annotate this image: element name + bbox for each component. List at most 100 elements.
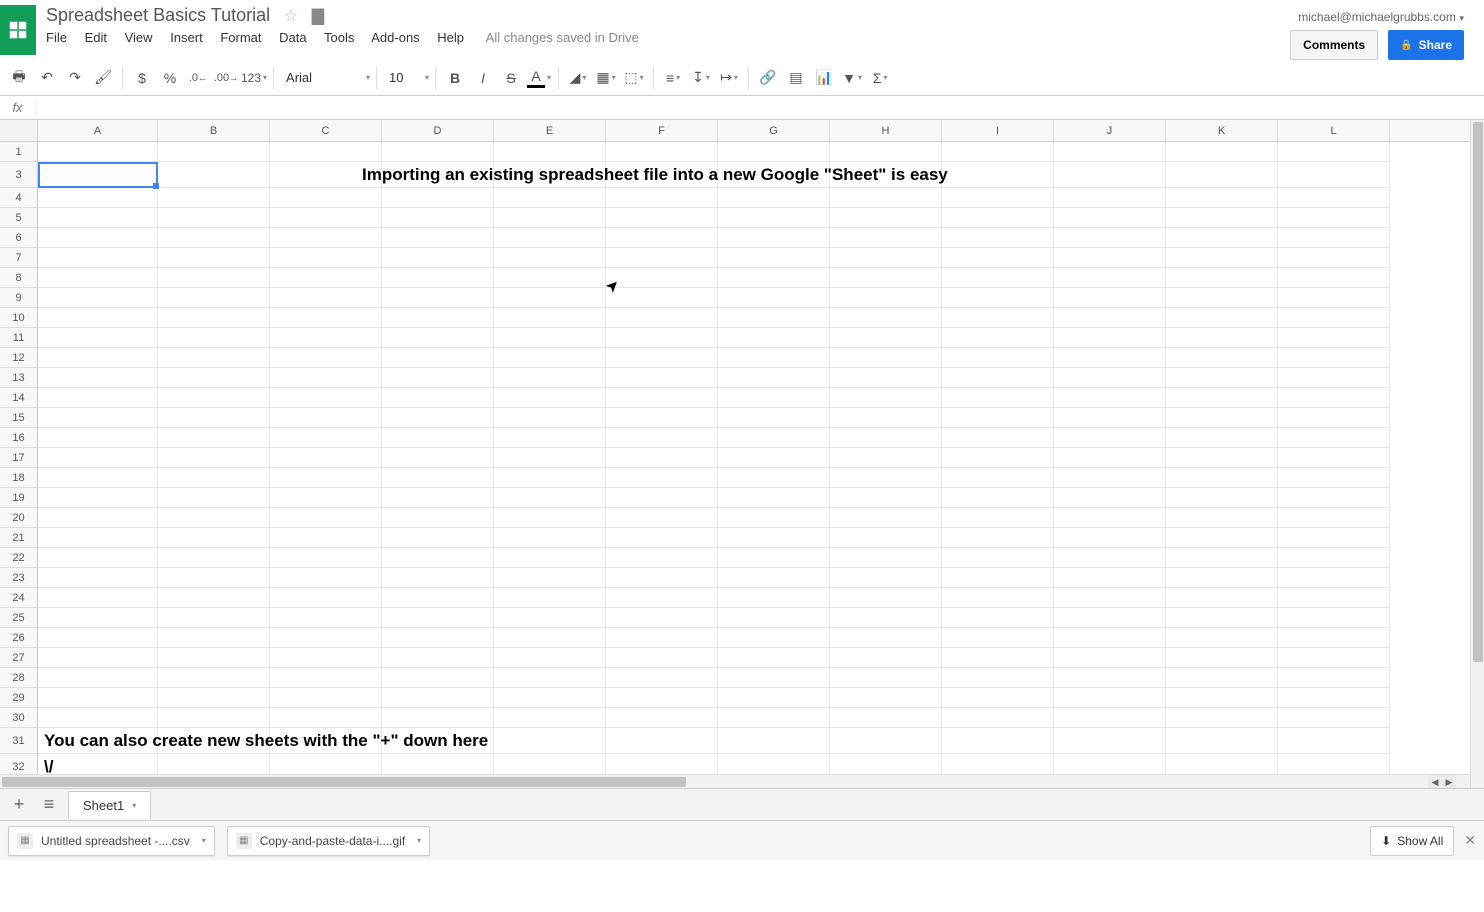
cell[interactable] bbox=[718, 448, 830, 468]
cell[interactable] bbox=[382, 408, 494, 428]
cell[interactable] bbox=[158, 288, 270, 308]
insert-link-button[interactable]: 🔗 bbox=[755, 65, 781, 91]
cell[interactable] bbox=[942, 248, 1054, 268]
cell[interactable] bbox=[270, 348, 382, 368]
paint-format-icon[interactable]: 🖌 bbox=[90, 65, 116, 91]
row-header[interactable]: 27 bbox=[0, 648, 38, 668]
cell[interactable] bbox=[718, 428, 830, 448]
cell[interactable] bbox=[1054, 268, 1166, 288]
cell[interactable] bbox=[38, 628, 158, 648]
cell[interactable] bbox=[38, 448, 158, 468]
row-header[interactable]: 28 bbox=[0, 668, 38, 688]
cell[interactable] bbox=[38, 528, 158, 548]
cell[interactable] bbox=[382, 428, 494, 448]
print-icon[interactable]: 🖶 bbox=[6, 65, 32, 91]
cell[interactable] bbox=[494, 248, 606, 268]
cell[interactable] bbox=[158, 668, 270, 688]
cell[interactable] bbox=[38, 248, 158, 268]
vertical-scrollbar[interactable] bbox=[1470, 120, 1484, 788]
row-header[interactable]: 7 bbox=[0, 248, 38, 268]
cell[interactable] bbox=[606, 728, 718, 754]
cell[interactable] bbox=[942, 568, 1054, 588]
cell[interactable] bbox=[270, 568, 382, 588]
text-wrap-button[interactable]: ↦▾ bbox=[716, 65, 742, 91]
format-currency-button[interactable]: $ bbox=[129, 65, 155, 91]
cell[interactable] bbox=[606, 288, 718, 308]
cell[interactable] bbox=[718, 548, 830, 568]
cell[interactable] bbox=[1166, 448, 1278, 468]
cell[interactable] bbox=[942, 142, 1054, 162]
cell[interactable] bbox=[1278, 688, 1390, 708]
chevron-down-icon[interactable]: ▾ bbox=[202, 836, 206, 845]
cell[interactable] bbox=[1166, 308, 1278, 328]
cell[interactable] bbox=[1278, 708, 1390, 728]
cell[interactable] bbox=[830, 288, 942, 308]
cell[interactable] bbox=[606, 248, 718, 268]
cell[interactable] bbox=[38, 162, 158, 188]
row-header[interactable]: 26 bbox=[0, 628, 38, 648]
cell[interactable] bbox=[270, 468, 382, 488]
cell[interactable] bbox=[158, 228, 270, 248]
cell[interactable] bbox=[158, 368, 270, 388]
cell[interactable] bbox=[270, 708, 382, 728]
cell[interactable] bbox=[158, 608, 270, 628]
borders-button[interactable]: ▦▾ bbox=[593, 65, 619, 91]
cell[interactable] bbox=[494, 268, 606, 288]
cell[interactable] bbox=[606, 548, 718, 568]
cell[interactable]: Importing an existing spreadsheet file i… bbox=[382, 162, 494, 188]
cell[interactable] bbox=[158, 248, 270, 268]
cell[interactable] bbox=[158, 408, 270, 428]
cell[interactable] bbox=[606, 688, 718, 708]
cell[interactable] bbox=[718, 248, 830, 268]
cell[interactable] bbox=[718, 648, 830, 668]
insert-chart-button[interactable]: 📊 bbox=[811, 65, 837, 91]
cell[interactable] bbox=[158, 528, 270, 548]
cell[interactable] bbox=[1166, 208, 1278, 228]
cell[interactable] bbox=[270, 228, 382, 248]
column-header[interactable]: C bbox=[270, 120, 382, 141]
cell[interactable] bbox=[606, 188, 718, 208]
cell[interactable] bbox=[1278, 328, 1390, 348]
row-header[interactable]: 3 bbox=[0, 162, 38, 188]
cell[interactable] bbox=[382, 308, 494, 328]
cell[interactable] bbox=[494, 228, 606, 248]
cell[interactable] bbox=[382, 188, 494, 208]
cell[interactable] bbox=[1054, 528, 1166, 548]
cell[interactable] bbox=[158, 388, 270, 408]
selection-handle[interactable] bbox=[153, 183, 159, 189]
cell[interactable] bbox=[270, 248, 382, 268]
cell[interactable] bbox=[1054, 208, 1166, 228]
column-header[interactable]: I bbox=[942, 120, 1054, 141]
cell[interactable] bbox=[158, 142, 270, 162]
row-header[interactable]: 29 bbox=[0, 688, 38, 708]
all-sheets-button[interactable]: ≡ bbox=[34, 790, 64, 820]
cell[interactable] bbox=[718, 508, 830, 528]
cell[interactable] bbox=[1166, 548, 1278, 568]
cell[interactable] bbox=[270, 388, 382, 408]
cell[interactable] bbox=[1166, 648, 1278, 668]
cell[interactable] bbox=[942, 368, 1054, 388]
h-scroll-thumb[interactable] bbox=[2, 777, 686, 787]
cell[interactable] bbox=[606, 368, 718, 388]
cell[interactable] bbox=[158, 508, 270, 528]
cell[interactable] bbox=[830, 488, 942, 508]
cell[interactable] bbox=[270, 268, 382, 288]
cell[interactable] bbox=[494, 668, 606, 688]
cell[interactable] bbox=[382, 588, 494, 608]
cell[interactable] bbox=[38, 288, 158, 308]
undo-icon[interactable]: ↶ bbox=[34, 65, 60, 91]
bold-button[interactable]: B bbox=[442, 65, 468, 91]
cell[interactable] bbox=[382, 688, 494, 708]
sheet-tab-active[interactable]: Sheet1 ▾ bbox=[68, 791, 151, 819]
cell[interactable] bbox=[1054, 288, 1166, 308]
cell[interactable] bbox=[1166, 488, 1278, 508]
cell[interactable] bbox=[1278, 588, 1390, 608]
cell[interactable] bbox=[1054, 628, 1166, 648]
cell[interactable] bbox=[38, 608, 158, 628]
cell[interactable] bbox=[830, 142, 942, 162]
row-header[interactable]: 21 bbox=[0, 528, 38, 548]
cell[interactable] bbox=[158, 208, 270, 228]
cell[interactable] bbox=[830, 388, 942, 408]
cell[interactable] bbox=[158, 648, 270, 668]
cell[interactable] bbox=[718, 142, 830, 162]
